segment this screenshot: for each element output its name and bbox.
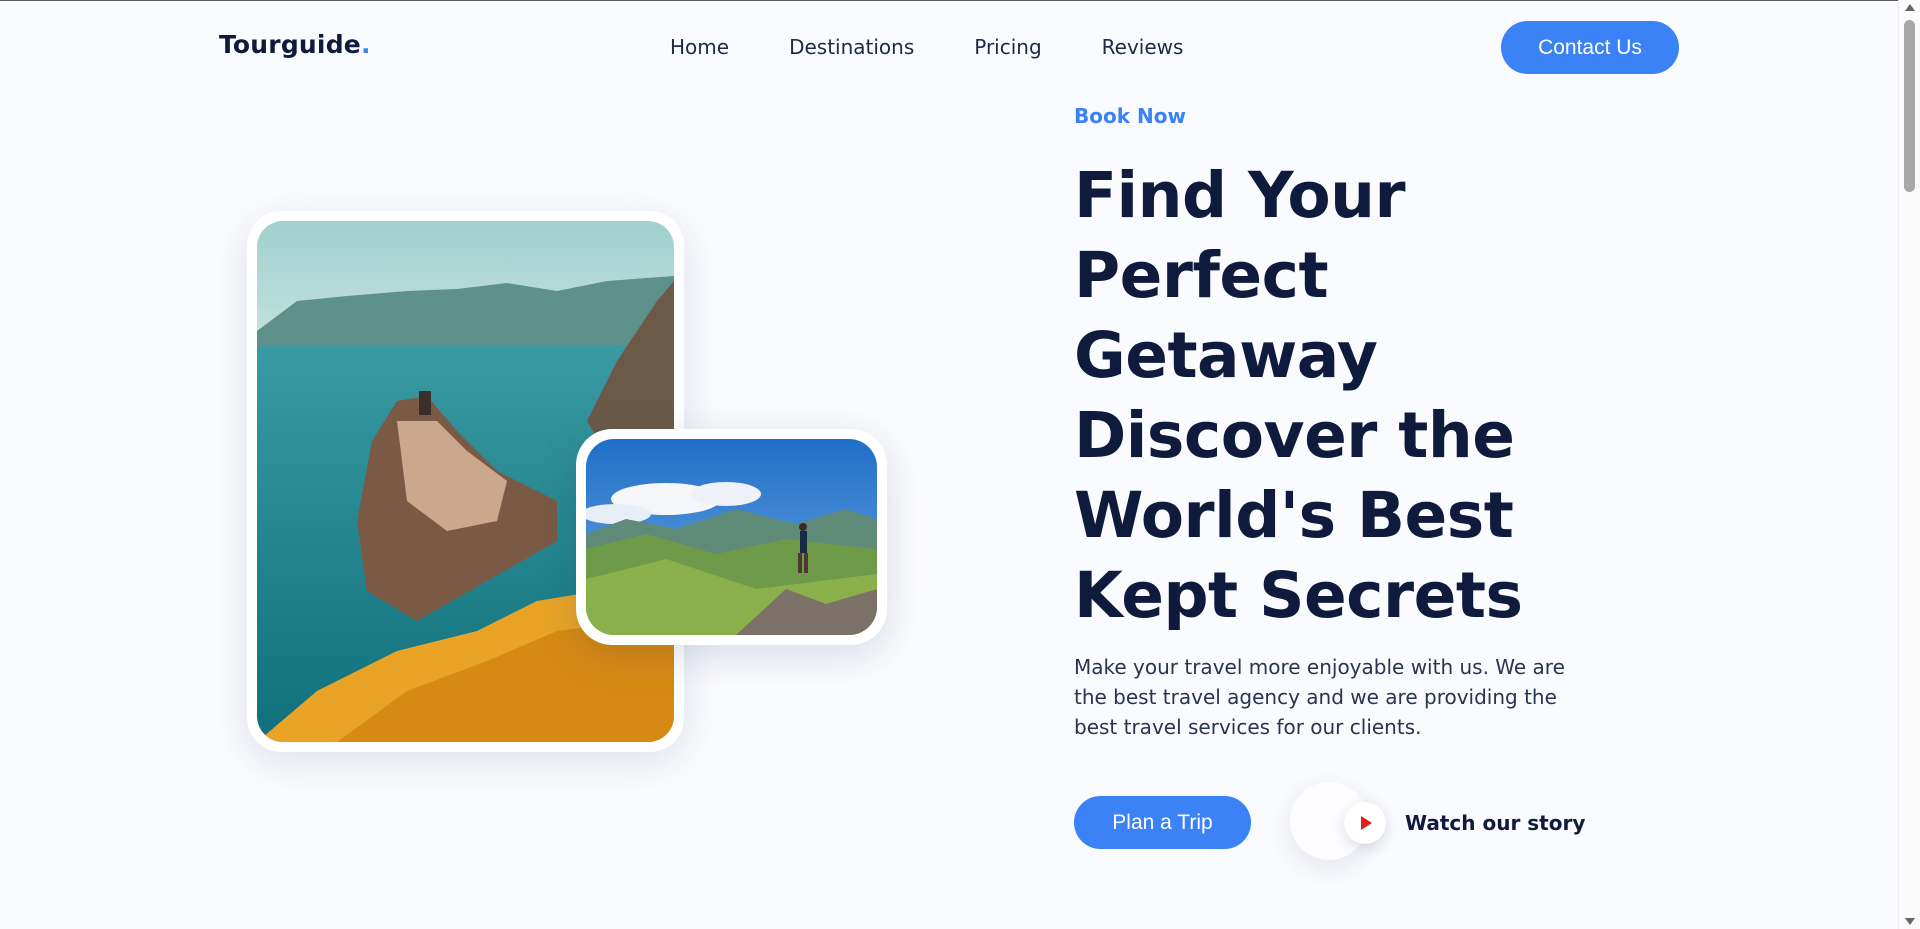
hero-description: Make your travel more enjoyable with us.…: [1074, 655, 1565, 739]
vertical-scrollbar[interactable]: [1898, 0, 1920, 929]
brand-logo[interactable]: Tourguide.: [219, 30, 371, 59]
watch-our-story-link[interactable]: Watch our story: [1405, 811, 1585, 835]
mountain-hiker-photo: [586, 439, 877, 635]
nav-link-reviews[interactable]: Reviews: [1102, 35, 1184, 59]
top-navigation: Tourguide. Home Destinations Pricing Rev…: [0, 0, 1898, 96]
book-now-label: Book Now: [1074, 104, 1186, 128]
brand-name: Tourguide: [219, 30, 361, 59]
play-icon: [1361, 816, 1372, 830]
headline-line: World's Best: [1074, 479, 1514, 552]
brand-dot: .: [360, 30, 371, 59]
main-menu: Home Destinations Pricing Reviews: [670, 35, 1183, 59]
headline-line: Getaway: [1074, 319, 1378, 392]
hiker-image-frame: [576, 429, 887, 645]
contact-us-button[interactable]: Contact Us: [1501, 21, 1679, 74]
scroll-down-arrow-icon[interactable]: [1905, 918, 1915, 925]
nav-link-home[interactable]: Home: [670, 35, 729, 59]
play-video-button[interactable]: [1344, 802, 1386, 844]
scrollbar-thumb[interactable]: [1904, 20, 1915, 192]
headline-line: Kept Secrets: [1074, 559, 1523, 632]
headline-line: Find Your: [1074, 159, 1406, 232]
nav-link-destinations[interactable]: Destinations: [789, 35, 914, 59]
nav-link-pricing[interactable]: Pricing: [974, 35, 1041, 59]
hero-headline: Find Your Perfect Getaway Discover the W…: [1074, 156, 1594, 636]
scroll-up-arrow-icon[interactable]: [1905, 4, 1915, 11]
headline-line: Perfect: [1074, 239, 1329, 312]
plan-a-trip-button[interactable]: Plan a Trip: [1074, 796, 1251, 849]
headline-line: Discover the: [1074, 399, 1515, 472]
